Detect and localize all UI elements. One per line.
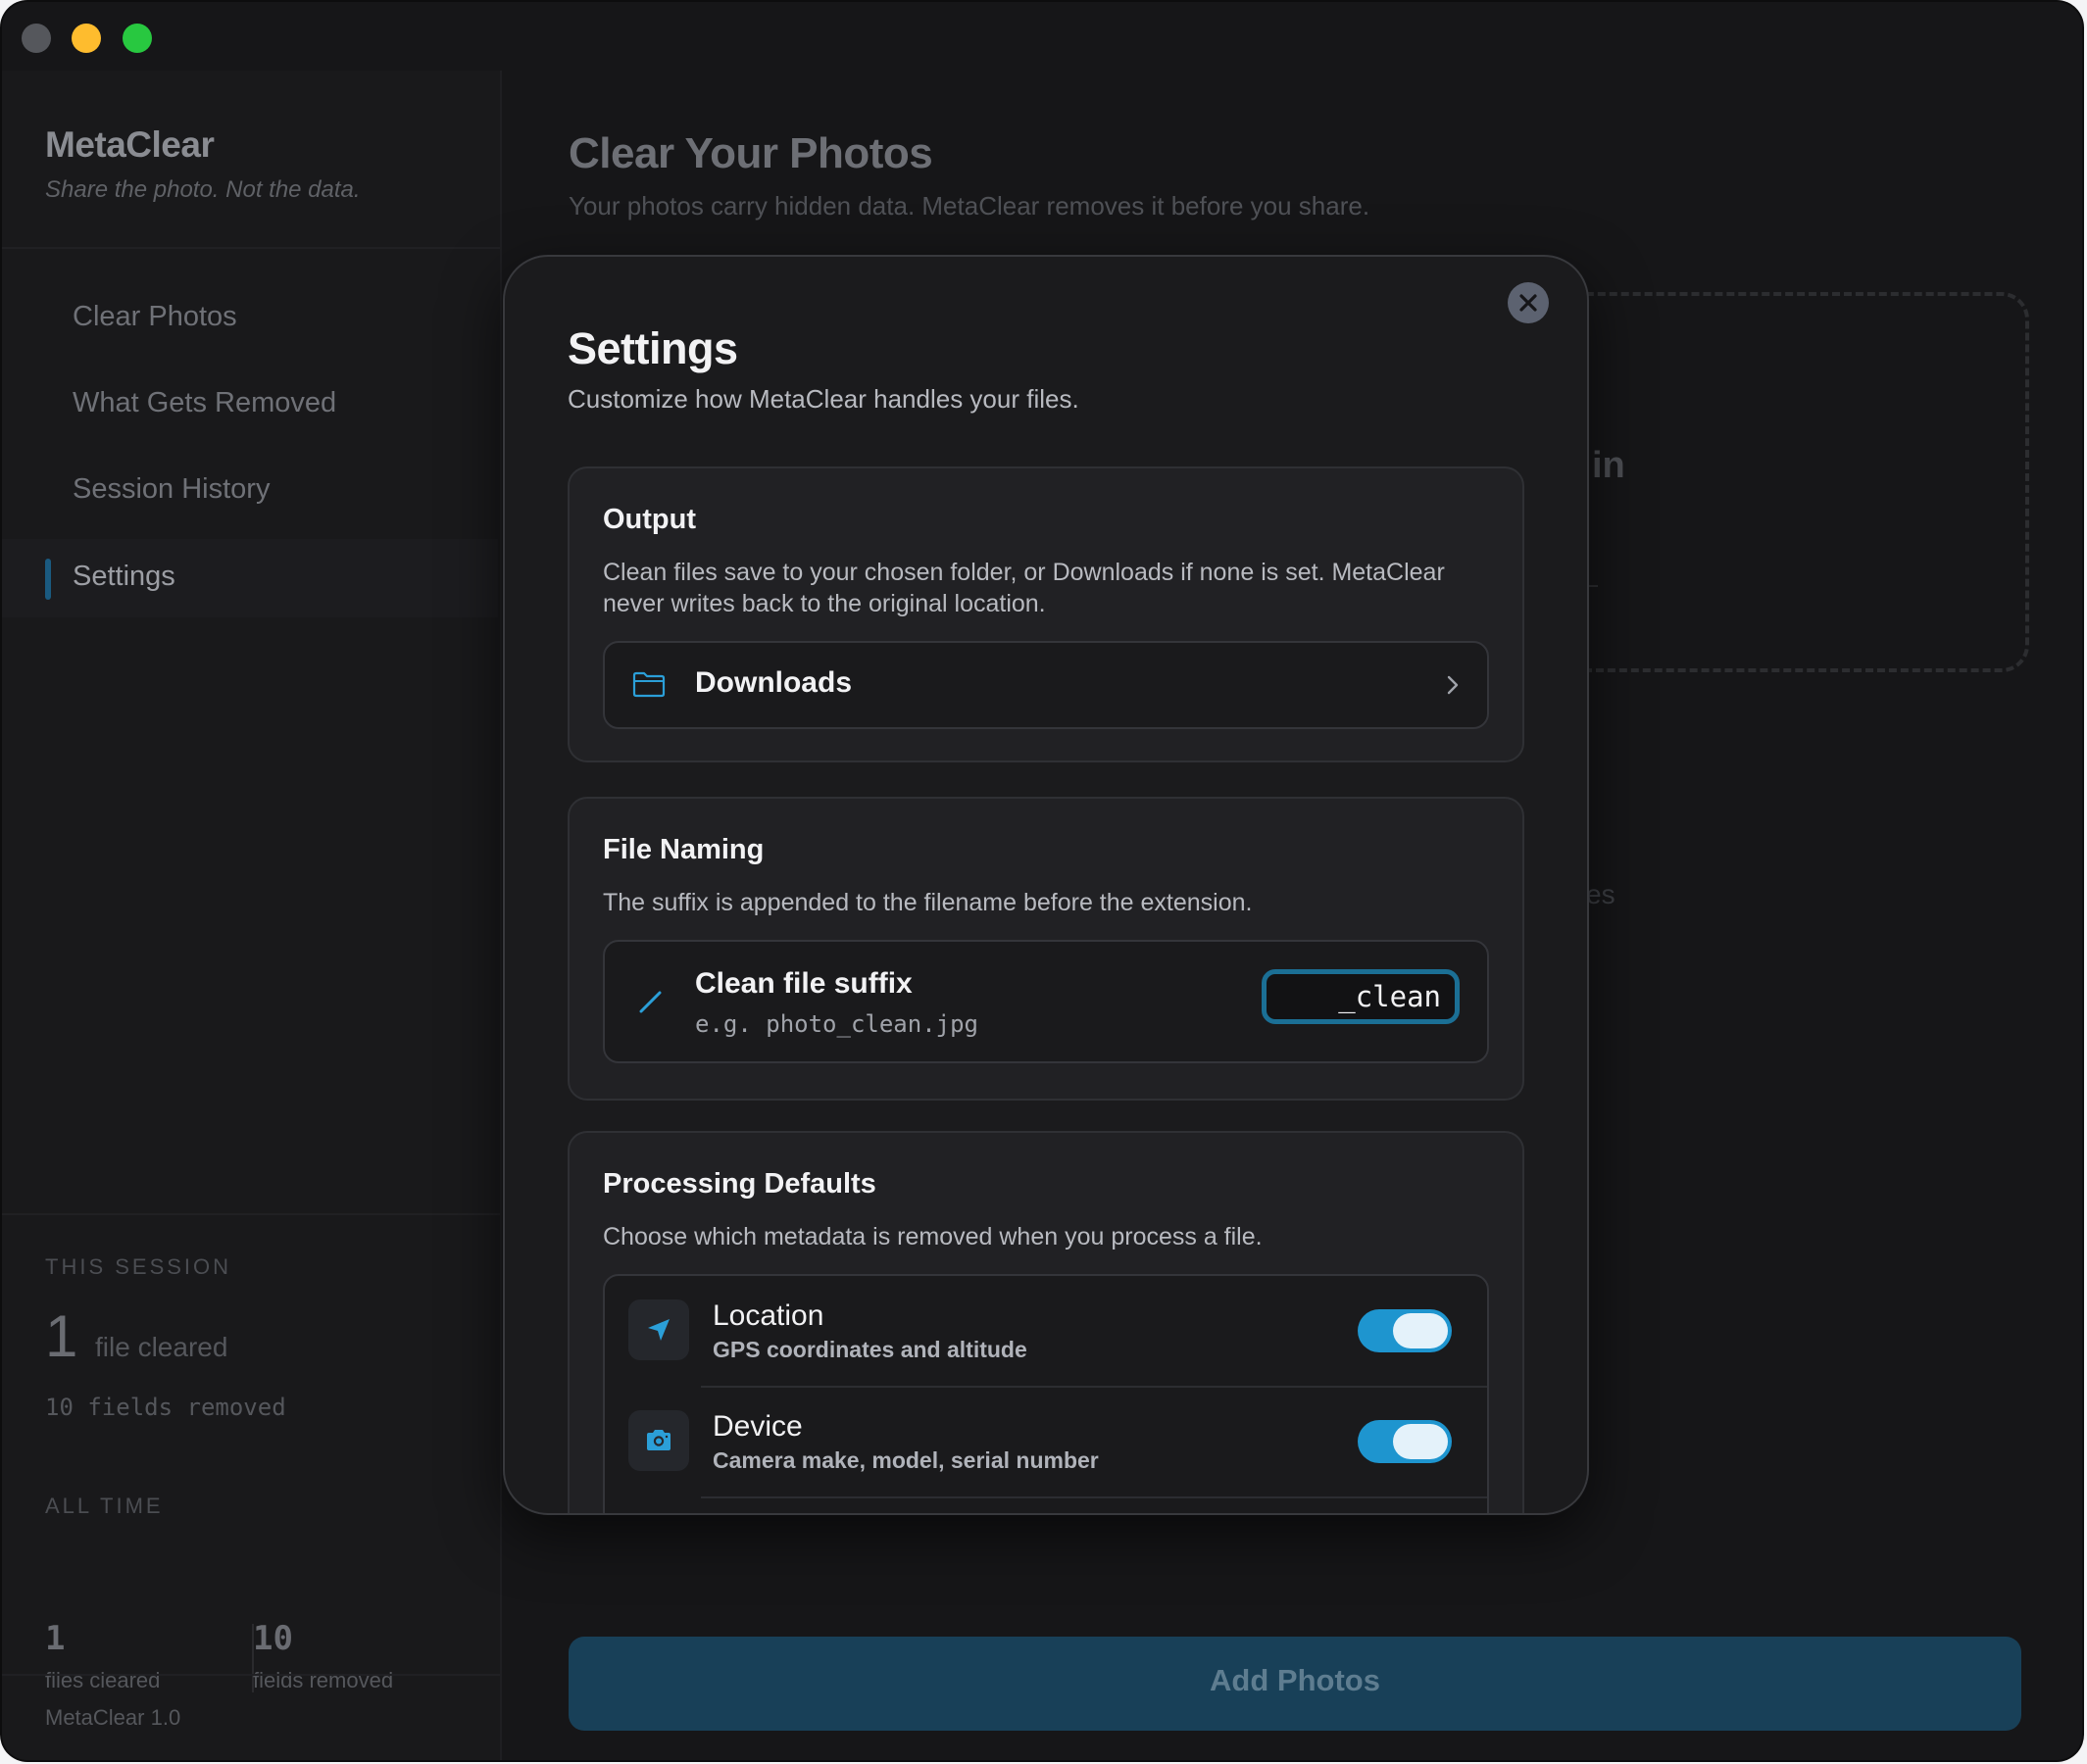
this-session-heading: THIS SESSION [45,1254,232,1279]
toggle-description: GPS coordinates and altitude [713,1337,1027,1362]
device-toggle[interactable] [1358,1420,1452,1463]
window-zoom-button[interactable] [123,24,152,53]
device-icon-box [628,1410,689,1471]
pencil-icon [639,991,662,1013]
toggle-row-location: Location GPS coordinates and altitude [605,1276,1487,1386]
app-name: MetaClear [45,124,215,165]
close-icon [1519,294,1537,312]
suffix-label: Clean file suffix [695,967,913,1000]
processing-toggle-list: Location GPS coordinates and altitude De… [603,1274,1489,1513]
toggle-label: Location [713,1299,824,1332]
sidebar-item-clear-photos[interactable]: Clear Photos [2,279,498,358]
processing-description: Choose which metadata is removed when yo… [603,1223,1263,1250]
sidebar-item-label: Clear Photos [73,301,237,332]
output-description: Clean files save to your chosen folder, … [603,559,1445,617]
page-subtitle: Your photos carry hidden data. MetaClear… [569,191,1370,220]
session-file-count: 1 [45,1303,78,1369]
modal-close-button[interactable] [1508,282,1549,323]
output-folder-picker[interactable]: Downloads [603,641,1489,729]
active-indicator [45,559,51,600]
toggle-row-device: Device Camera make, model, serial number [605,1387,1487,1496]
all-time-fields-count: 10 [253,1619,293,1658]
photo-drop-zone[interactable] [1512,292,2029,672]
toggle-label: Device [713,1410,803,1443]
toggle-knob [1393,1313,1448,1348]
output-card: Output Clean files save to your chosen f… [568,466,1524,762]
sidebar-divider [2,1674,500,1676]
add-photos-label: Add Photos [1210,1663,1380,1697]
sidebar-item-settings[interactable]: Settings [2,539,498,617]
app-window: MetaClear Share the photo. Not the data.… [2,2,2082,1760]
output-title: Output [603,504,697,535]
suffix-input[interactable] [1262,969,1460,1024]
window-close-button[interactable] [22,24,51,53]
location-toggle[interactable] [1358,1309,1452,1352]
modal-subtitle: Customize how MetaClear handles your fil… [568,384,1079,414]
drop-zone-text-fragment: in [1592,445,1625,486]
all-time-files-label: files cleared [45,1668,161,1692]
camera-icon [647,1430,671,1450]
suffix-example: e.g. photo_clean.jpg [695,1010,978,1038]
sidebar-item-label: Session History [73,473,271,505]
sidebar-item-label: Settings [73,561,175,592]
suffix-row: Clean file suffix e.g. photo_clean.jpg [603,940,1489,1063]
toggle-description: Camera make, model, serial number [713,1447,1099,1473]
sidebar: MetaClear Share the photo. Not the data.… [2,71,502,1760]
all-time-files-count: 1 [45,1619,66,1658]
settings-modal: Settings Customize how MetaClear handles… [503,255,1589,1515]
modal-title: Settings [568,323,738,373]
sidebar-divider [2,247,500,249]
background-text-fragment: es [1586,879,1615,909]
drop-zone-dash-fragment [1588,585,1598,587]
all-time-fields-label: fields removed [253,1668,394,1692]
location-arrow-icon [648,1319,670,1341]
toggle-knob [1393,1424,1448,1459]
sidebar-item-what-gets-removed[interactable]: What Gets Removed [2,366,498,444]
file-naming-description: The suffix is appended to the filename b… [603,889,1253,916]
session-fields-removed: 10 fields removed [45,1394,286,1421]
chevron-right-icon [1447,675,1459,695]
output-folder-name: Downloads [695,666,853,699]
session-file-label: file cleared [95,1332,228,1362]
folder-icon [632,671,666,698]
file-naming-title: File Naming [603,834,765,865]
app-version: MetaClear 1.0 [45,1705,181,1730]
processing-defaults-card: Processing Defaults Choose which metadat… [568,1131,1524,1513]
sidebar-item-label: What Gets Removed [73,387,337,418]
processing-title: Processing Defaults [603,1168,876,1200]
app-tagline: Share the photo. Not the data. [45,176,361,203]
file-naming-card: File Naming The suffix is appended to th… [568,797,1524,1101]
sidebar-item-session-history[interactable]: Session History [2,452,498,530]
title-bar [2,2,2082,71]
location-icon-box [628,1299,689,1360]
page-title: Clear Your Photos [569,129,933,177]
all-time-heading: ALL TIME [45,1494,164,1518]
row-separator [701,1496,1487,1498]
add-photos-button[interactable]: Add Photos [569,1637,2021,1731]
window-minimize-button[interactable] [72,24,101,53]
sidebar-divider [2,1213,500,1215]
